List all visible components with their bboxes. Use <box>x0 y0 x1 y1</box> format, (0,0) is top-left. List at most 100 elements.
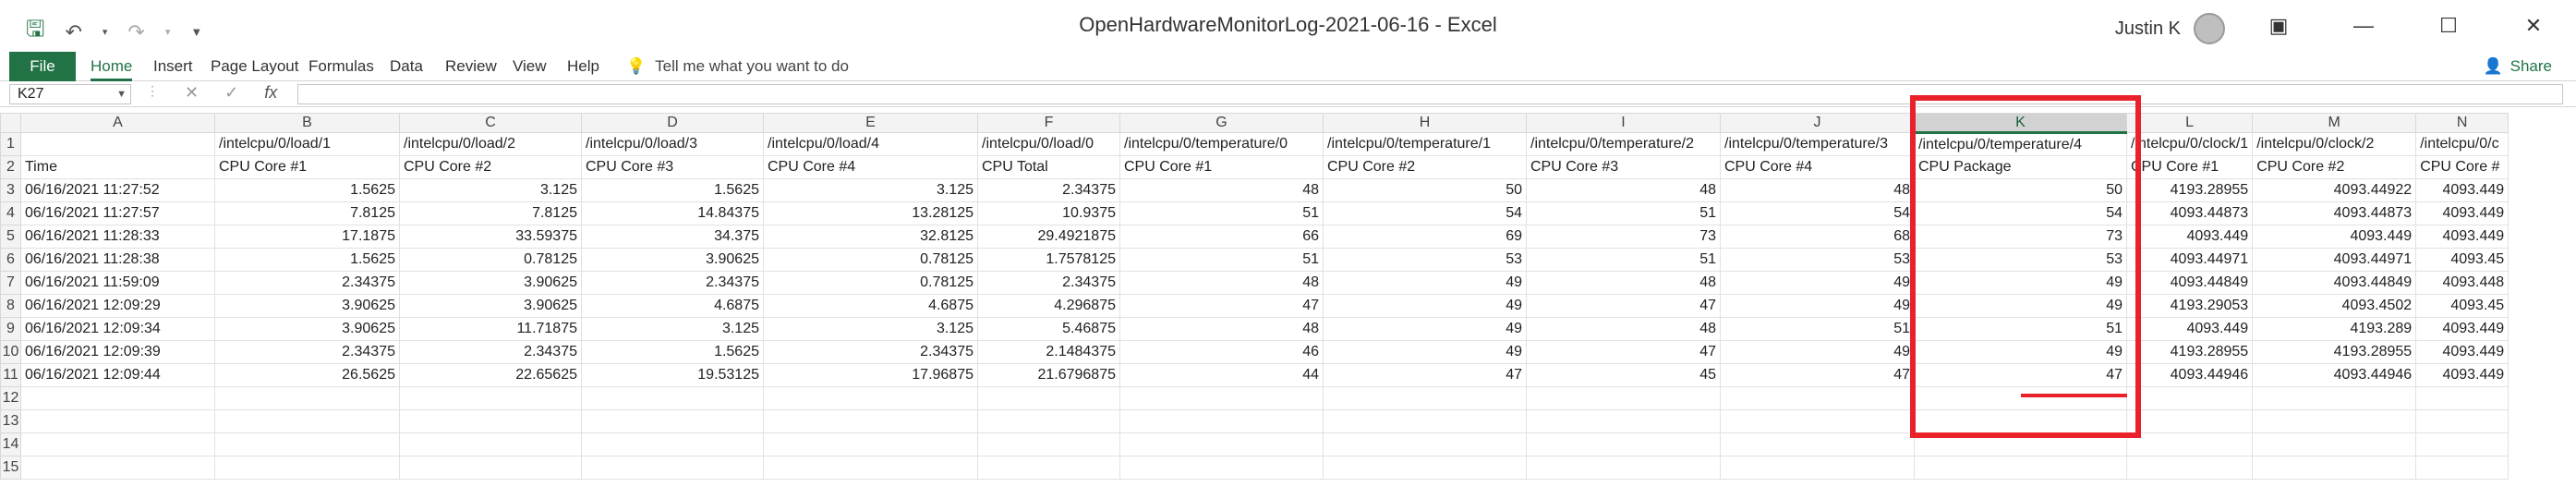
cell-h11[interactable]: 47 <box>1323 363 1527 387</box>
cell-j13[interactable] <box>1720 409 1915 433</box>
cell-d14[interactable] <box>581 432 764 457</box>
undo-icon[interactable]: ↶ <box>65 20 81 44</box>
cell-h7[interactable]: 49 <box>1323 271 1527 295</box>
cell-c9[interactable]: 11.71875 <box>399 317 582 341</box>
cell-f3[interactable]: 2.34375 <box>977 178 1120 202</box>
cell-l1[interactable]: /intelcpu/0/clock/1 <box>2125 132 2254 156</box>
cell-c15[interactable] <box>399 456 582 480</box>
cell-l15[interactable] <box>2125 456 2254 480</box>
user-account[interactable]: Justin K <box>2115 13 2225 44</box>
cell-c13[interactable] <box>399 409 582 433</box>
cell-l11[interactable]: 4093.44946 <box>2125 363 2254 387</box>
row-header[interactable]: 11 <box>0 363 21 387</box>
column-header-e[interactable]: E <box>763 113 978 133</box>
cell-h6[interactable]: 53 <box>1323 248 1527 272</box>
cell-h10[interactable]: 49 <box>1323 340 1527 364</box>
cell-f11[interactable]: 21.6796875 <box>977 363 1120 387</box>
cell-g8[interactable]: 47 <box>1119 294 1324 318</box>
cell-f9[interactable]: 5.46875 <box>977 317 1120 341</box>
cell-i15[interactable] <box>1526 456 1721 480</box>
cell-a14[interactable] <box>20 432 215 457</box>
cell-k3[interactable]: 50 <box>1914 178 2127 202</box>
cell-n12[interactable] <box>2415 386 2509 410</box>
cell-b2[interactable]: CPU Core #1 <box>214 155 400 179</box>
cell-n11[interactable]: 4093.449 <box>2415 363 2509 387</box>
column-header-h[interactable]: H <box>1323 113 1527 133</box>
cell-e12[interactable] <box>763 386 978 410</box>
cell-f6[interactable]: 1.7578125 <box>977 248 1120 272</box>
tab-file[interactable]: File <box>9 52 76 81</box>
cell-m10[interactable]: 4193.28955 <box>2252 340 2417 364</box>
cell-i12[interactable] <box>1526 386 1721 410</box>
cell-j15[interactable] <box>1720 456 1915 480</box>
cell-d7[interactable]: 2.34375 <box>581 271 764 295</box>
cell-c2[interactable]: CPU Core #2 <box>399 155 582 179</box>
cell-g7[interactable]: 48 <box>1119 271 1324 295</box>
cell-n2[interactable]: CPU Core # <box>2415 155 2509 179</box>
cell-l10[interactable]: 4193.28955 <box>2125 340 2254 364</box>
cell-k4[interactable]: 54 <box>1914 201 2127 225</box>
cell-d13[interactable] <box>581 409 764 433</box>
cell-g5[interactable]: 66 <box>1119 225 1324 249</box>
cell-c6[interactable]: 0.78125 <box>399 248 582 272</box>
cell-c7[interactable]: 3.90625 <box>399 271 582 295</box>
tab-formulas[interactable]: Formulas <box>308 52 374 81</box>
cell-j9[interactable]: 51 <box>1720 317 1915 341</box>
row-header[interactable]: 1 <box>0 132 21 156</box>
cell-k14[interactable] <box>1914 432 2127 457</box>
column-header-a[interactable]: A <box>20 113 215 133</box>
select-all-corner[interactable] <box>0 113 21 133</box>
cell-k2[interactable]: CPU Package <box>1914 155 2127 179</box>
cell-f5[interactable]: 29.4921875 <box>977 225 1120 249</box>
cell-l4[interactable]: 4093.44873 <box>2125 201 2254 225</box>
cell-e6[interactable]: 0.78125 <box>763 248 978 272</box>
column-header-m[interactable]: M <box>2252 113 2417 133</box>
cell-l6[interactable]: 4093.44971 <box>2125 248 2254 272</box>
cell-i3[interactable]: 48 <box>1526 178 1721 202</box>
cell-k7[interactable]: 49 <box>1914 271 2127 295</box>
cell-c3[interactable]: 3.125 <box>399 178 582 202</box>
column-header-i[interactable]: I <box>1526 113 1721 133</box>
cell-g9[interactable]: 48 <box>1119 317 1324 341</box>
cell-g10[interactable]: 46 <box>1119 340 1324 364</box>
cell-l2[interactable]: CPU Core #1 <box>2125 155 2254 179</box>
cell-j4[interactable]: 54 <box>1720 201 1915 225</box>
cell-b1[interactable]: /intelcpu/0/load/1 <box>214 132 400 156</box>
cell-b6[interactable]: 1.5625 <box>214 248 400 272</box>
row-header[interactable]: 15 <box>0 456 21 480</box>
cell-i9[interactable]: 48 <box>1526 317 1721 341</box>
cell-e13[interactable] <box>763 409 978 433</box>
tab-home[interactable]: Home <box>91 52 133 81</box>
cell-j3[interactable]: 48 <box>1720 178 1915 202</box>
cell-j6[interactable]: 53 <box>1720 248 1915 272</box>
cell-j2[interactable]: CPU Core #4 <box>1720 155 1915 179</box>
cell-n15[interactable] <box>2415 456 2509 480</box>
cell-b15[interactable] <box>214 456 400 480</box>
cell-d5[interactable]: 34.375 <box>581 225 764 249</box>
cell-j11[interactable]: 47 <box>1720 363 1915 387</box>
cell-a10[interactable]: 06/16/2021 12:09:39 <box>20 340 215 364</box>
cell-m14[interactable] <box>2252 432 2417 457</box>
cell-h12[interactable] <box>1323 386 1527 410</box>
cell-h8[interactable]: 49 <box>1323 294 1527 318</box>
cell-a6[interactable]: 06/16/2021 11:28:38 <box>20 248 215 272</box>
cell-g3[interactable]: 48 <box>1119 178 1324 202</box>
cell-h1[interactable]: /intelcpu/0/temperature/1 <box>1323 132 1527 156</box>
cell-m15[interactable] <box>2252 456 2417 480</box>
cell-h4[interactable]: 54 <box>1323 201 1527 225</box>
cell-d1[interactable]: /intelcpu/0/load/3 <box>581 132 764 156</box>
cell-f1[interactable]: /intelcpu/0/load/0 <box>977 132 1120 156</box>
cell-g11[interactable]: 44 <box>1119 363 1324 387</box>
cell-a7[interactable]: 06/16/2021 11:59:09 <box>20 271 215 295</box>
cell-d4[interactable]: 14.84375 <box>581 201 764 225</box>
cell-i8[interactable]: 47 <box>1526 294 1721 318</box>
cancel-icon[interactable]: ✕ <box>185 83 199 103</box>
cell-g15[interactable] <box>1119 456 1324 480</box>
row-header[interactable]: 13 <box>0 409 21 433</box>
cell-k13[interactable] <box>1914 409 2127 433</box>
cell-d3[interactable]: 1.5625 <box>581 178 764 202</box>
cell-e15[interactable] <box>763 456 978 480</box>
row-header[interactable]: 5 <box>0 225 21 249</box>
cell-m13[interactable] <box>2252 409 2417 433</box>
cell-j10[interactable]: 49 <box>1720 340 1915 364</box>
